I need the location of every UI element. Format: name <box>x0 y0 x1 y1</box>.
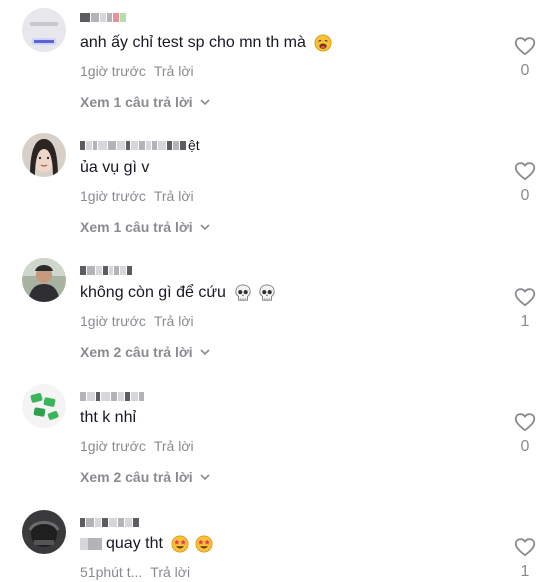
comment-text: tht k nhỉ <box>80 409 137 426</box>
chevron-down-icon <box>200 349 210 356</box>
like-section: 0 <box>512 412 538 456</box>
timestamp: 1giờ trước <box>80 63 146 79</box>
username[interactable] <box>80 515 139 529</box>
heart-icon[interactable] <box>514 412 536 432</box>
heart-icon[interactable] <box>514 161 536 181</box>
username[interactable] <box>80 263 132 277</box>
like-count: 1 <box>520 563 530 580</box>
timestamp: 1giờ trước <box>80 438 146 454</box>
heart-icon[interactable] <box>514 287 536 307</box>
reply-button[interactable]: Trả lời <box>154 188 194 204</box>
username[interactable] <box>80 389 144 403</box>
like-count: 0 <box>520 62 530 79</box>
like-section: 0 <box>512 36 538 80</box>
timestamp: 1giờ trước <box>80 313 146 329</box>
redacted-mention <box>88 538 102 550</box>
like-count: 0 <box>520 438 530 455</box>
like-count: 0 <box>520 187 530 204</box>
comment-meta: 1giờ trước Trả lời <box>80 188 194 204</box>
username[interactable] <box>80 10 126 24</box>
comment-meta: 1giờ trước Trả lời <box>80 438 194 454</box>
chevron-down-icon <box>200 99 210 106</box>
avatar[interactable] <box>22 258 66 302</box>
view-replies-button[interactable]: Xem 2 câu trả lời <box>80 344 211 360</box>
star-struck-icon <box>195 535 213 553</box>
skull-icon <box>259 284 275 301</box>
heart-icon[interactable] <box>514 36 536 56</box>
like-section: 1 <box>512 287 538 331</box>
comment-meta: 51phút t... Trả lời <box>80 564 190 580</box>
like-count: 1 <box>520 313 530 330</box>
like-section: 1 <box>512 537 538 581</box>
comment-meta: 1giờ trước Trả lời <box>80 63 194 79</box>
comment-meta: 1giờ trước Trả lời <box>80 313 194 329</box>
view-replies-button[interactable]: Xem 2 câu trả lời <box>80 469 211 485</box>
reply-button[interactable]: Trả lời <box>154 63 194 79</box>
comment-text: ủa vụ gì v <box>80 159 150 176</box>
avatar[interactable] <box>22 133 66 177</box>
star-struck-icon <box>171 535 189 553</box>
chevron-down-icon <box>200 224 210 231</box>
like-section: 0 <box>512 161 538 205</box>
timestamp: 51phút t... <box>80 564 143 580</box>
avatar[interactable] <box>22 510 66 554</box>
timestamp: 1giờ trước <box>80 188 146 204</box>
reply-button[interactable]: Trả lời <box>154 438 194 454</box>
chevron-down-icon <box>200 474 210 481</box>
reply-button[interactable]: Trả lời <box>150 564 190 580</box>
comment-text: anh ấy chỉ test sp cho mn th mà <box>80 33 332 53</box>
skull-icon <box>235 284 251 301</box>
username[interactable]: ệt <box>80 137 200 153</box>
weary-face-icon <box>314 34 332 52</box>
avatar[interactable] <box>22 8 66 52</box>
view-replies-button[interactable]: Xem 1 câu trả lời <box>80 219 211 235</box>
reply-button[interactable]: Trả lời <box>154 313 194 329</box>
avatar[interactable] <box>22 384 66 428</box>
heart-icon[interactable] <box>514 537 536 557</box>
comment-text: quay tht <box>80 534 213 554</box>
comment-text: không còn gì để cứu <box>80 283 276 303</box>
view-replies-button[interactable]: Xem 1 câu trả lời <box>80 94 211 110</box>
redacted-mention <box>80 538 88 550</box>
